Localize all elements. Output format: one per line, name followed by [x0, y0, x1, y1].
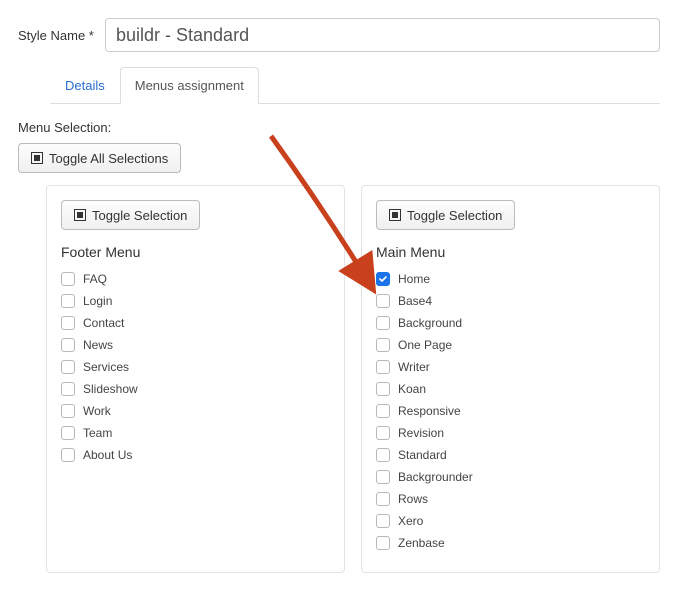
checkbox[interactable]	[376, 470, 390, 484]
checkbox-indeterminate-icon	[31, 152, 43, 164]
menu-selection-heading: Menu Selection:	[18, 120, 660, 135]
style-name-label: Style Name *	[18, 28, 105, 43]
list-item-label: Team	[83, 426, 112, 440]
list-item-label: Services	[83, 360, 129, 374]
checkbox-indeterminate-icon	[389, 209, 401, 221]
list-item: Base4	[376, 294, 645, 308]
tabs: Details Menus assignment	[50, 66, 660, 104]
list-item-label: Work	[83, 404, 111, 418]
list-item: About Us	[61, 448, 330, 462]
list-item: Backgrounder	[376, 470, 645, 484]
list-item-label: About Us	[83, 448, 132, 462]
tab-details[interactable]: Details	[50, 67, 120, 104]
list-item-label: FAQ	[83, 272, 107, 286]
list-item-label: Rows	[398, 492, 428, 506]
footer-menu-panel: Toggle Selection Footer Menu FAQ Login Con…	[46, 185, 345, 573]
checkbox[interactable]	[376, 536, 390, 550]
checkbox[interactable]	[61, 382, 75, 396]
list-item-label: Backgrounder	[398, 470, 473, 484]
checkbox[interactable]	[61, 448, 75, 462]
list-item: Responsive	[376, 404, 645, 418]
checkbox[interactable]	[61, 404, 75, 418]
checkbox[interactable]	[61, 294, 75, 308]
list-item-label: Koan	[398, 382, 426, 396]
toggle-selection-button-footer[interactable]: Toggle Selection	[61, 200, 200, 230]
checkbox[interactable]	[376, 404, 390, 418]
list-item-label: Xero	[398, 514, 423, 528]
toggle-all-selections-button[interactable]: Toggle All Selections	[18, 143, 181, 173]
list-item: Home	[376, 272, 645, 286]
list-item: Background	[376, 316, 645, 330]
list-item: Slideshow	[61, 382, 330, 396]
main-menu-panel: Toggle Selection Main Menu Home Base4 Back…	[361, 185, 660, 573]
list-item: Rows	[376, 492, 645, 506]
checkbox[interactable]	[376, 360, 390, 374]
checkbox[interactable]	[376, 316, 390, 330]
list-item-label: Standard	[398, 448, 447, 462]
checkbox[interactable]	[376, 514, 390, 528]
list-item-label: Writer	[398, 360, 430, 374]
list-item: News	[61, 338, 330, 352]
list-item: Revision	[376, 426, 645, 440]
list-item: Koan	[376, 382, 645, 396]
list-item-label: Home	[398, 272, 430, 286]
list-item-label: Zenbase	[398, 536, 445, 550]
toggle-selection-label: Toggle Selection	[407, 208, 502, 223]
list-item: Writer	[376, 360, 645, 374]
checkbox[interactable]	[376, 382, 390, 396]
list-item-label: Base4	[398, 294, 432, 308]
list-item: Standard	[376, 448, 645, 462]
list-item: One Page	[376, 338, 645, 352]
checkbox[interactable]	[376, 294, 390, 308]
list-item-label: Slideshow	[83, 382, 138, 396]
checkbox[interactable]	[61, 316, 75, 330]
list-item-label: Responsive	[398, 404, 461, 418]
list-item: Xero	[376, 514, 645, 528]
list-item: Contact	[61, 316, 330, 330]
style-name-input[interactable]	[105, 18, 660, 52]
footer-menu-title: Footer Menu	[61, 244, 330, 260]
checkbox[interactable]	[376, 272, 390, 286]
list-item: Login	[61, 294, 330, 308]
list-item: FAQ	[61, 272, 330, 286]
main-menu-title: Main Menu	[376, 244, 645, 260]
checkbox[interactable]	[376, 338, 390, 352]
list-item-label: Background	[398, 316, 462, 330]
list-item-label: Contact	[83, 316, 124, 330]
list-item: Work	[61, 404, 330, 418]
tab-menus-assignment[interactable]: Menus assignment	[120, 67, 259, 104]
toggle-all-label: Toggle All Selections	[49, 151, 168, 166]
checkbox[interactable]	[61, 338, 75, 352]
list-item-label: One Page	[398, 338, 452, 352]
checkbox[interactable]	[376, 448, 390, 462]
checkbox[interactable]	[61, 426, 75, 440]
list-item-label: Login	[83, 294, 112, 308]
checkbox-indeterminate-icon	[74, 209, 86, 221]
checkbox[interactable]	[376, 492, 390, 506]
checkbox[interactable]	[61, 360, 75, 374]
list-item: Team	[61, 426, 330, 440]
toggle-selection-label: Toggle Selection	[92, 208, 187, 223]
toggle-selection-button-main[interactable]: Toggle Selection	[376, 200, 515, 230]
checkbox[interactable]	[61, 272, 75, 286]
list-item: Zenbase	[376, 536, 645, 550]
checkbox[interactable]	[376, 426, 390, 440]
list-item: Services	[61, 360, 330, 374]
list-item-label: News	[83, 338, 113, 352]
list-item-label: Revision	[398, 426, 444, 440]
